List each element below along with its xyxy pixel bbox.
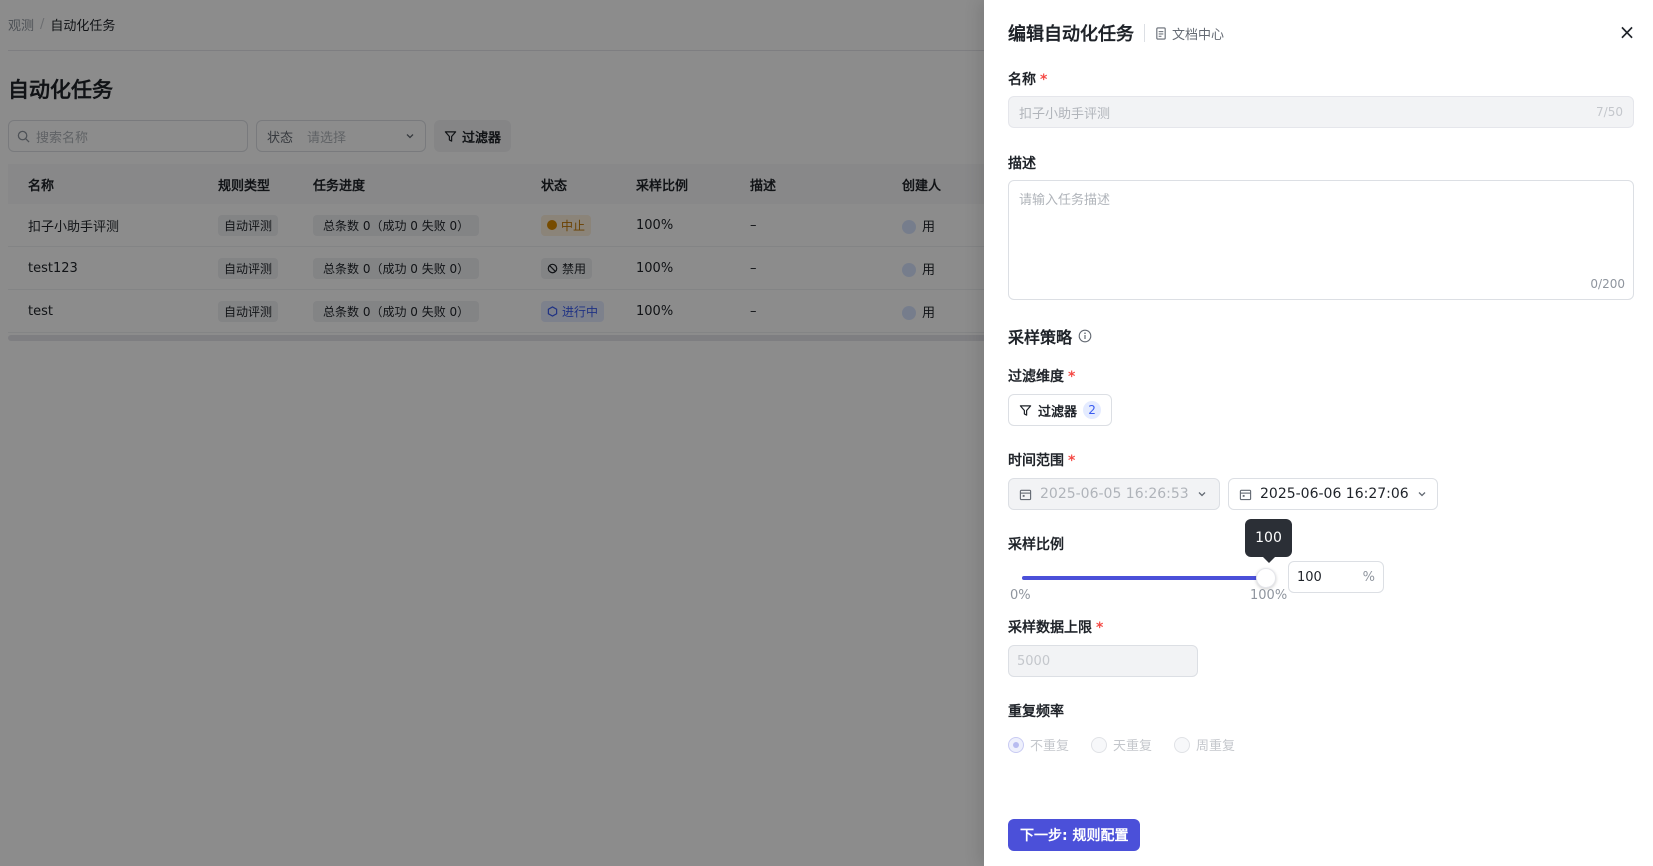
calendar-icon (1019, 489, 1032, 500)
name-field[interactable]: 扣子小助手评测 7/50 (1008, 96, 1634, 128)
slider-tooltip: 100 (1245, 519, 1292, 563)
radio-no-repeat[interactable]: 不重复 (1008, 735, 1069, 754)
filter-dimension-label: 过滤维度 * (1008, 366, 1075, 386)
info-icon[interactable] (1078, 329, 1092, 343)
next-step-button[interactable]: 下一步: 规则配置 (1008, 819, 1141, 851)
drawer-title: 编辑自动化任务 (1008, 24, 1134, 45)
description-label: 描述 (1008, 156, 1036, 172)
filter-dimension-text: 过滤维度 (1008, 369, 1064, 385)
name-label: 名称 * (1008, 69, 1047, 89)
required-mark: * (1096, 620, 1104, 636)
repeat-frequency-label: 重复频率 (1008, 704, 1064, 720)
filter-dimension-button-label: 过滤器 (1038, 404, 1078, 420)
close-icon[interactable]: × (1617, 22, 1637, 42)
radio-circle (1091, 736, 1108, 753)
slider-max-label: 100% (1250, 588, 1288, 603)
sample-limit-text: 采样数据上限 (1008, 620, 1092, 636)
doc-center-label: 文档中心 (1172, 27, 1225, 43)
edit-task-drawer: 编辑自动化任务 文档中心 × 名称 * 扣子小助手评测 7/50 描述 请输入任务… (984, 0, 1653, 866)
slider-min-label: 0% (1010, 588, 1031, 603)
calendar-icon (1239, 489, 1252, 500)
required-mark: * (1040, 72, 1048, 88)
filter-count-badge: 2 (1083, 401, 1102, 419)
filter-icon (1019, 404, 1032, 416)
radio-circle (1008, 736, 1024, 753)
slider-handle[interactable] (1256, 568, 1276, 588)
sample-limit-input[interactable]: 5000 (1008, 645, 1198, 677)
radio-label: 不重复 (1030, 739, 1070, 754)
sample-limit-label: 采样数据上限 * (1008, 617, 1103, 637)
chevron-down-icon (1198, 492, 1206, 497)
required-mark: * (1068, 369, 1076, 385)
name-counter: 7/50 (1596, 105, 1623, 119)
name-value: 扣子小助手评测 (1019, 106, 1111, 122)
radio-label: 周重复 (1196, 739, 1236, 754)
time-range-text: 时间范围 (1008, 453, 1064, 469)
end-date-value: 2025-06-06 16:27:06 (1260, 486, 1409, 502)
radio-label: 天重复 (1113, 739, 1153, 754)
document-icon (1156, 26, 1166, 40)
required-mark: * (1068, 453, 1076, 469)
sample-ratio-slider[interactable] (1022, 568, 1276, 592)
description-placeholder: 请输入任务描述 (1019, 193, 1111, 208)
sample-ratio-value: 100 (1297, 569, 1322, 585)
slider-fill (1022, 576, 1266, 580)
repeat-frequency-group: 不重复 天重复 周重复 (1008, 735, 1235, 754)
description-counter: 0/200 (1590, 277, 1625, 291)
sample-ratio-input[interactable]: 100 % (1288, 561, 1384, 593)
header-divider (1144, 24, 1145, 42)
radio-weekly-repeat[interactable]: 周重复 (1174, 735, 1235, 754)
sampling-strategy-title: 采样策略 (1008, 324, 1092, 348)
description-textarea[interactable]: 请输入任务描述 0/200 (1008, 180, 1634, 300)
start-date-value: 2025-06-05 16:26:53 (1040, 486, 1189, 502)
end-date-picker[interactable]: 2025-06-06 16:27:06 (1228, 478, 1438, 510)
drawer-header: 编辑自动化任务 文档中心 (1008, 20, 1224, 46)
name-label-text: 名称 (1008, 72, 1036, 88)
time-range-label: 时间范围 * (1008, 450, 1075, 470)
sample-ratio-label: 采样比例 (1008, 537, 1064, 553)
start-date-picker[interactable]: 2025-06-05 16:26:53 (1008, 478, 1220, 510)
chevron-down-icon (1418, 492, 1426, 497)
radio-daily-repeat[interactable]: 天重复 (1091, 735, 1152, 754)
sample-ratio-unit: % (1362, 569, 1375, 585)
filter-dimension-button[interactable]: 过滤器 2 (1008, 394, 1113, 426)
sampling-strategy-text: 采样策略 (1008, 328, 1073, 347)
doc-center-link[interactable]: 文档中心 (1155, 24, 1224, 43)
radio-circle (1174, 736, 1191, 753)
